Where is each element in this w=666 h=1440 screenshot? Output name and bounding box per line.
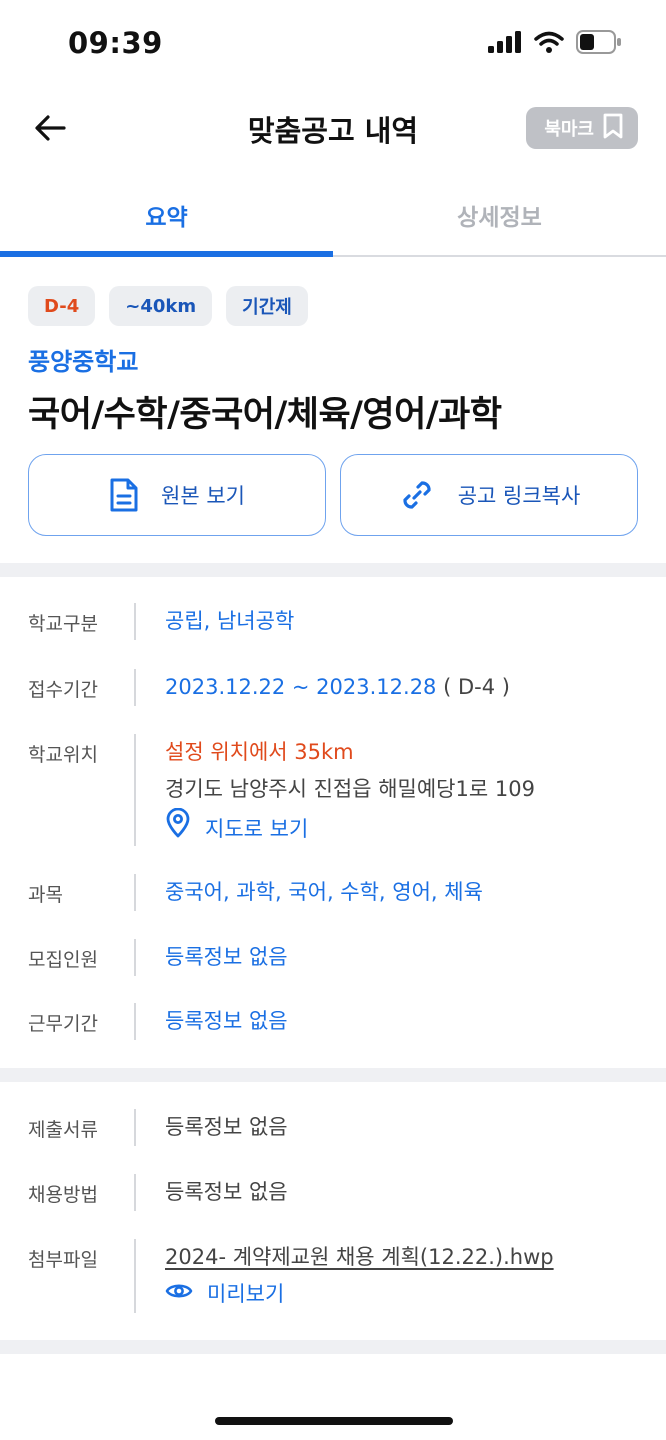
section-divider [0,563,666,577]
preview-link[interactable]: 미리보기 [165,1276,554,1313]
school-name: 풍양중학교 [28,348,139,376]
info-separator [134,874,136,911]
attachment-value: 2024- 계약제교원 채용 계획(12.22.).hwp 미리보기 [165,1239,554,1313]
documents-value: 등록정보 없음 [165,1115,288,1139]
cellular-signal-icon [488,31,522,57]
nav-bar: 맞춤공고 내역 북마크 [0,92,666,172]
section-divider [0,1068,666,1082]
location-address: 경기도 남양주시 진접읍 해밀예당1로 109 [165,777,535,801]
map-pin-icon [165,807,191,850]
document-icon [109,477,139,513]
info-separator [134,603,136,640]
employment-type-chip: 기간제 [226,286,308,326]
view-original-label: 원본 보기 [161,484,245,508]
subjects-title: 국어/수학/중국어/체육/영어/과학 [28,395,502,435]
map-view-label: 지도로 보기 [205,816,309,841]
period-dday: ( D-4 ) [443,675,510,699]
copy-link-button[interactable]: 공고 링크복사 [340,454,638,536]
info-label: 제출서류 [28,1119,98,1141]
tab-summary[interactable]: 요약 [0,175,333,257]
summary-section: D-4 ~40km 기간제 풍양중학교 국어/수학/중국어/체육/영어/과학 원… [0,258,666,563]
distance-chip: ~40km [109,286,213,326]
dday-chip: D-4 [28,286,96,326]
subjects-value: 중국어, 과학, 국어, 수학, 영어, 체육 [165,880,483,904]
battery-icon [576,30,622,58]
info-label: 모집인원 [28,949,98,971]
link-icon [398,476,436,514]
bookmark-icon [602,113,624,144]
period-value: 2023.12.22 ~ 2023.12.28 ( D-4 ) [165,669,510,706]
tab-bar: 요약 상세정보 [0,175,666,257]
info-label: 과목 [28,884,63,906]
info-separator [134,1109,136,1146]
info-separator [134,1174,136,1211]
info-label: 근무기간 [28,1013,98,1035]
action-row: 원본 보기 공고 링크복사 [28,454,638,536]
school-type-value: 공립, 남녀공학 [165,609,295,633]
info-separator [134,1003,136,1040]
info-label: 첨부파일 [28,1249,98,1271]
recruit-value: 등록정보 없음 [165,945,288,969]
attachment-file-link[interactable]: 2024- 계약제교원 채용 계획(12.22.).hwp [165,1239,554,1276]
section-divider [0,1340,666,1354]
map-view-link[interactable]: 지도로 보기 [165,807,535,850]
bookmark-button[interactable]: 북마크 [526,107,638,149]
info-separator [134,734,136,846]
home-indicator [215,1417,453,1425]
status-icons [488,30,622,58]
info-separator [134,1239,136,1313]
method-value: 등록정보 없음 [165,1180,288,1204]
info-separator [134,939,136,976]
info-label: 채용방법 [28,1184,98,1206]
chip-group: D-4 ~40km 기간제 [28,286,308,326]
bookmark-label: 북마크 [544,119,594,140]
info-separator [134,669,136,706]
preview-label: 미리보기 [207,1282,285,1306]
info-label: 학교위치 [28,744,98,766]
location-distance: 설정 위치에서 35km [165,740,354,764]
tab-details[interactable]: 상세정보 [333,175,666,255]
location-value: 설정 위치에서 35km 경기도 남양주시 진접읍 해밀예당1로 109 지도로… [165,734,535,850]
view-original-button[interactable]: 원본 보기 [28,454,326,536]
status-bar: 09:39 [0,0,666,90]
work-period-value: 등록정보 없음 [165,1009,288,1033]
eye-icon [165,1276,193,1313]
copy-link-label: 공고 링크복사 [457,484,581,508]
status-time: 09:39 [68,26,163,60]
info-label: 접수기간 [28,679,98,701]
period-dates: 2023.12.22 ~ 2023.12.28 [165,675,437,699]
wifi-icon [534,31,564,57]
info-label: 학교구분 [28,613,98,635]
